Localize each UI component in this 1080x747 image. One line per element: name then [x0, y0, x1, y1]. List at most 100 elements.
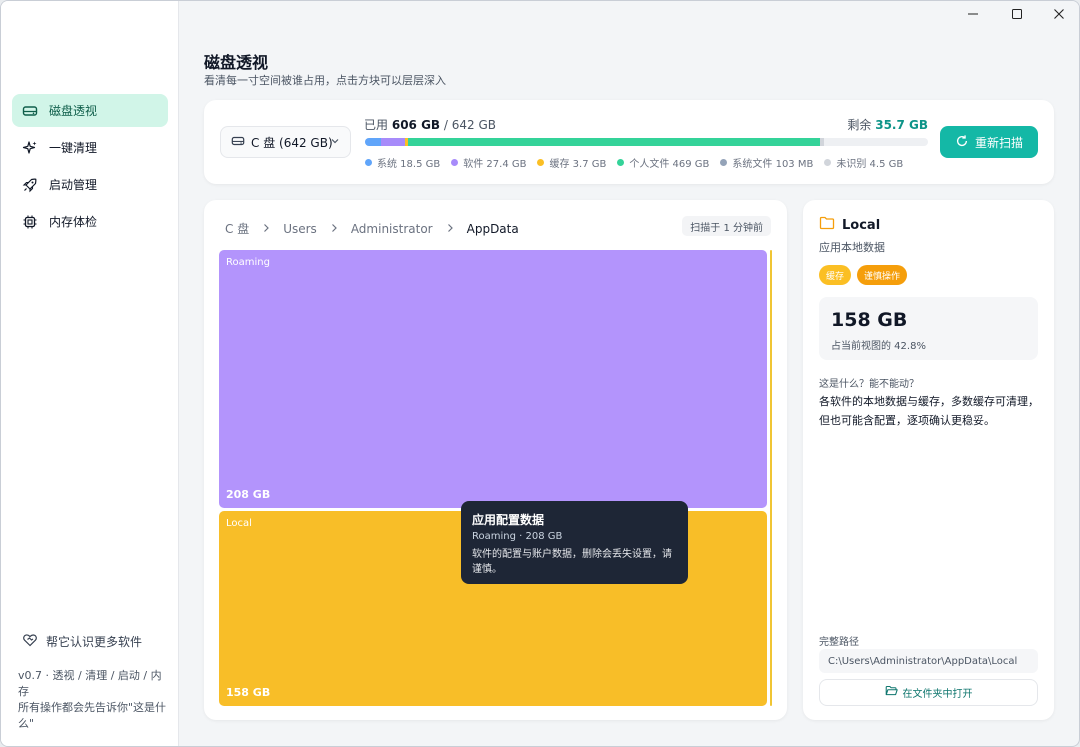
- tile-size: 158 GB: [226, 686, 271, 699]
- page-subtitle: 看清每一寸空间被谁占用，点击方块可以层层深入: [204, 74, 446, 87]
- rocket-icon: [21, 176, 39, 194]
- legend-label: 缓存 3.7 GB: [549, 159, 607, 170]
- legend-dot: [824, 159, 832, 166]
- sidebar-item-disk-view[interactable]: 磁盘透视: [12, 94, 168, 127]
- used-space: 已用 606 GB / 642 GB: [364, 116, 496, 133]
- tooltip-meta: Roaming · 208 GB: [472, 531, 563, 542]
- remain-prefix: 剩余: [847, 118, 872, 132]
- sidebar-item-label: 一键清理: [49, 141, 98, 155]
- detail-answer: 各软件的本地数据与缓存，多数缓存可清理，但也可能含配置，逐项确认更稳妥。: [819, 395, 1039, 427]
- app-window: 磁盘透视 一键清理 启动管理 内存体检 帮它认识更多软件 v0.7 · 透视 /…: [0, 0, 1080, 747]
- chevron-right-icon: [261, 222, 271, 236]
- breadcrumb-item[interactable]: C 盘: [225, 220, 249, 237]
- legend-item: 缓存 3.7 GB: [537, 155, 606, 170]
- legend-item: 系统 18.5 GB: [365, 155, 440, 170]
- minimize-icon: [967, 8, 979, 24]
- version-line: 所有操作都会先告诉你"这是什: [18, 701, 167, 714]
- sidebar-footer: 帮它认识更多软件 v0.7 · 透视 / 清理 / 启动 / 内存 所有操作都会…: [18, 632, 168, 732]
- tile-name: Local: [226, 518, 252, 529]
- used-total: / 642 GB: [443, 118, 497, 132]
- sparkle-icon: [21, 139, 39, 157]
- sidebar-item-label: 启动管理: [49, 178, 98, 192]
- minimize-button[interactable]: [951, 1, 995, 31]
- full-path-field[interactable]: C:\Users\Administrator\AppData\Local: [819, 649, 1038, 673]
- learn-more-link[interactable]: 帮它认识更多软件: [18, 632, 168, 651]
- drive-select-value: C 盘 (642 GB): [251, 135, 333, 150]
- breadcrumb-item[interactable]: Users: [283, 222, 317, 236]
- usage-segment: [408, 138, 820, 146]
- tile-size: 208 GB: [226, 488, 271, 501]
- detail-question: 这是什么？能不能动？: [819, 379, 919, 390]
- usage-legend: 系统 18.5 GB 软件 27.4 GB 缓存 3.7 GB 个人文件 469 GB…: [365, 155, 914, 170]
- titlebar: [179, 1, 1079, 31]
- detail-percent: 占当前视图的 42.8%: [831, 341, 926, 352]
- chevron-right-icon: [445, 222, 455, 236]
- remain-value: 35.7 GB: [875, 118, 928, 132]
- legend-label: 个人文件 469 GB: [629, 159, 710, 170]
- refresh-icon: [955, 134, 969, 151]
- maximize-button[interactable]: [995, 1, 1039, 31]
- treemap-card: C 盘 Users Administrator AppData 扫描于 1 分钟…: [204, 200, 787, 720]
- usage-segment: [381, 138, 406, 146]
- tag-caution: 谨慎操作: [857, 265, 908, 285]
- chip-icon: [21, 213, 39, 231]
- version-line: 么": [18, 717, 35, 730]
- close-icon: [1053, 8, 1065, 24]
- breadcrumb-item[interactable]: Administrator: [351, 222, 433, 236]
- legend-item: 未识别 4.5 GB: [824, 155, 903, 170]
- usage-bar: [365, 138, 928, 146]
- legend-dot: [720, 159, 728, 166]
- tooltip-description: 软件的配置与账户数据，删除会丢失设置，请谨慎。: [472, 549, 672, 575]
- tag-cache: 缓存: [819, 265, 852, 285]
- open-in-folder-button[interactable]: 在文件夹中打开: [819, 679, 1038, 706]
- detail-title: Local: [819, 216, 880, 234]
- legend-item: 个人文件 469 GB: [617, 155, 709, 170]
- version-line: v0.7 · 透视 / 清理 / 启动 / 内存: [18, 669, 162, 698]
- usage-segment: [819, 138, 824, 146]
- main-content: 磁盘透视 看清每一寸空间被谁占用，点击方块可以层层深入 C 盘 (642 GB)…: [179, 31, 1079, 746]
- legend-label: 未识别 4.5 GB: [836, 159, 904, 170]
- legend-label: 系统文件 103 MB: [732, 159, 814, 170]
- legend-dot: [537, 159, 545, 166]
- version-info: v0.7 · 透视 / 清理 / 启动 / 内存 所有操作都会先告诉你"这是什 …: [18, 668, 168, 732]
- legend-dot: [365, 159, 372, 166]
- maximize-icon: [1011, 8, 1023, 24]
- breadcrumb-current: AppData: [466, 221, 519, 236]
- sidebar-item-one-click-clean[interactable]: 一键清理: [12, 131, 168, 164]
- disk-summary-card: C 盘 (642 GB) 已用 606 GB / 642 GB 剩余 35.7 …: [204, 100, 1054, 184]
- scan-time-badge: 扫描于 1 分钟前: [682, 216, 771, 236]
- remaining-space: 剩余 35.7 GB: [847, 116, 928, 133]
- chevron-right-icon: [329, 222, 339, 236]
- usage-segment: [365, 138, 382, 146]
- open-in-folder-label: 在文件夹中打开: [902, 689, 973, 700]
- treemap-tile-roaming[interactable]: Roaming 208 GB: [219, 250, 767, 508]
- rescan-label: 重新扫描: [974, 135, 1023, 150]
- treemap-tile-small[interactable]: [770, 250, 772, 706]
- sidebar: 磁盘透视 一键清理 启动管理 内存体检 帮它认识更多软件 v0.7 · 透视 /…: [1, 1, 179, 746]
- drive-icon: [21, 102, 39, 120]
- tile-tooltip: 应用配置数据 Roaming · 208 GB 软件的配置与账户数据，删除会丢失…: [461, 501, 688, 584]
- drive-select[interactable]: C 盘 (642 GB): [220, 126, 351, 158]
- legend-dot: [451, 159, 459, 166]
- sidebar-item-startup[interactable]: 启动管理: [12, 168, 168, 201]
- detail-panel: Local 应用本地数据 缓存 谨慎操作 158 GB 占当前视图的 42.8%…: [803, 200, 1054, 720]
- detail-subtitle: 应用本地数据: [819, 241, 885, 254]
- tooltip-title: 应用配置数据: [472, 513, 545, 527]
- sidebar-item-memory[interactable]: 内存体检: [12, 205, 168, 238]
- tile-name: Roaming: [226, 257, 270, 268]
- rescan-button[interactable]: 重新扫描: [940, 126, 1038, 158]
- legend-label: 软件 27.4 GB: [463, 159, 527, 170]
- used-prefix: 已用: [364, 118, 389, 132]
- sidebar-item-label: 磁盘透视: [49, 104, 98, 118]
- learn-more-label: 帮它认识更多软件: [46, 635, 143, 649]
- legend-item: 软件 27.4 GB: [451, 155, 526, 170]
- folder-icon: [819, 216, 835, 234]
- drive-icon: [231, 134, 245, 151]
- path-label: 完整路径: [819, 637, 859, 648]
- close-button[interactable]: [1037, 1, 1079, 31]
- legend-item: 系统文件 103 MB: [720, 155, 813, 170]
- legend-label: 系统 18.5 GB: [377, 159, 441, 170]
- sidebar-nav: 磁盘透视 一键清理 启动管理 内存体检: [12, 94, 168, 242]
- chevron-down-icon: [329, 135, 341, 150]
- legend-dot: [617, 159, 625, 166]
